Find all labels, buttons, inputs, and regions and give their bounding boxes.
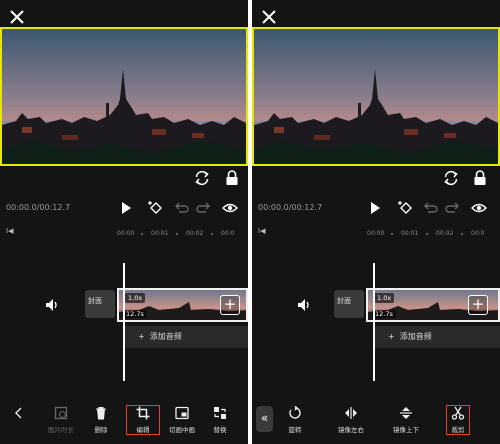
pip-icon (175, 406, 189, 420)
lock-icon[interactable] (223, 169, 241, 187)
tool-back[interactable] (2, 406, 36, 424)
sync-icon[interactable] (442, 169, 460, 187)
edit-toolbar: 图片时长 删除 编辑 切画中画 替换 (0, 400, 248, 444)
add-audio-label: 添加音频 (149, 332, 182, 341)
ruler-dot (141, 233, 143, 235)
tool-label: 切画中画 (169, 426, 195, 434)
tool-delete[interactable]: 删除 (84, 406, 118, 434)
mirror-vertical-icon (400, 407, 412, 419)
ruler-tick: 00:0 (221, 230, 235, 237)
clip-speed-badge[interactable]: 1.0x (125, 293, 146, 303)
plus-icon: + (388, 332, 400, 341)
redo-icon[interactable] (445, 200, 461, 216)
tool-edit[interactable]: 编辑 (126, 405, 160, 435)
tool-label: 删除 (94, 426, 108, 434)
tool-label: 镜像上下 (393, 426, 419, 434)
lock-icon[interactable] (471, 169, 489, 187)
timeline-ruler[interactable]: I◀ 00:00 00:01 00:02 00:0 (0, 224, 248, 242)
play-icon[interactable] (367, 200, 383, 216)
tool-label: 镜像左右 (338, 426, 364, 434)
preview-image (254, 29, 498, 164)
video-clip[interactable]: 1.0x 12.7s + (366, 288, 500, 322)
ruler-dot (461, 233, 463, 235)
tool-label: 旋转 (288, 426, 302, 434)
playhead[interactable] (373, 263, 375, 381)
ruler-dot (211, 233, 213, 235)
add-clip-button[interactable]: + (220, 295, 240, 315)
tool-label: 裁剪 (451, 426, 465, 434)
scissors-icon (451, 406, 465, 420)
back-icon (14, 407, 22, 419)
undo-icon[interactable] (173, 200, 189, 216)
add-audio-button[interactable]: + 添加音频 (125, 326, 248, 348)
tool-mirror-vertical[interactable]: 镜像上下 (389, 406, 423, 434)
sync-icon[interactable] (193, 169, 211, 187)
keyframe-add-icon[interactable] (398, 200, 414, 216)
tool-mirror-horizontal[interactable]: 镜像左右 (334, 406, 368, 434)
timecode: 00:00.0/00:12.7 (258, 203, 323, 212)
jump-to-start-icon[interactable]: I◀ (6, 227, 13, 235)
ruler-tick: 00:0 (471, 230, 485, 237)
plus-icon: + (138, 332, 150, 341)
clip-duration: 12.7s (123, 310, 147, 318)
timeline-ruler[interactable]: I◀ 00:00 00:01 00:02 00:0 (252, 224, 500, 242)
cover-thumbnail[interactable]: 封面 (334, 290, 364, 318)
tool-image-duration[interactable]: 图片时长 (44, 406, 78, 434)
video-preview[interactable] (0, 27, 248, 166)
ruler-tick: 00:02 (436, 230, 454, 237)
editor-panel-right: 00:00.0/00:12.7 I◀ 00:00 00:01 00:02 00:… (252, 0, 500, 444)
mirror-horizontal-icon (345, 407, 357, 419)
clip-duration: 12.7s (372, 310, 396, 318)
tool-replace[interactable]: 替换 (203, 406, 237, 434)
speaker-icon[interactable] (296, 297, 312, 313)
speaker-icon[interactable] (44, 297, 60, 313)
tool-label: 编辑 (136, 426, 150, 434)
crop-icon (136, 406, 150, 420)
ruler-tick: 00:01 (151, 230, 169, 237)
add-audio-button[interactable]: + 添加音频 (375, 326, 500, 348)
ruler-dot (426, 233, 428, 235)
tool-pip[interactable]: 切画中画 (165, 406, 199, 434)
add-clip-button[interactable]: + (468, 295, 488, 315)
trash-icon (96, 407, 106, 420)
jump-to-start-icon[interactable]: I◀ (258, 227, 265, 235)
video-preview[interactable] (252, 27, 500, 166)
preview-image (2, 29, 246, 164)
close-icon[interactable] (8, 8, 26, 26)
eye-icon[interactable] (471, 200, 487, 216)
video-clip[interactable]: 1.0x 12.7s + (117, 288, 248, 322)
keyframe-add-icon[interactable] (148, 200, 164, 216)
edit-toolbar: 旋转 镜像左右 镜像上下 裁剪 (252, 400, 500, 444)
timecode: 00:00.0/00:12.7 (6, 203, 71, 212)
close-icon[interactable] (260, 8, 278, 26)
play-icon[interactable] (118, 200, 134, 216)
editor-panel-left: 00:00.0/00:12.7 I◀ 00:00 00:01 00:02 00:… (0, 0, 248, 444)
undo-icon[interactable] (422, 200, 438, 216)
tool-cut[interactable]: 裁剪 (446, 405, 470, 435)
add-audio-label: 添加音频 (399, 332, 432, 341)
ruler-tick: 00:02 (186, 230, 204, 237)
ruler-tick: 00:00 (117, 230, 135, 237)
playhead[interactable] (123, 263, 125, 381)
ruler-tick: 00:01 (401, 230, 419, 237)
eye-icon[interactable] (222, 200, 238, 216)
ruler-dot (391, 233, 393, 235)
cover-thumbnail[interactable]: 封面 (85, 290, 115, 318)
rotate-icon (289, 406, 301, 419)
clip-speed-badge[interactable]: 1.0x (374, 293, 395, 303)
ruler-dot (176, 233, 178, 235)
tool-label: 图片时长 (48, 426, 74, 434)
image-duration-icon (54, 406, 68, 420)
ruler-tick: 00:00 (367, 230, 385, 237)
tool-label: 替换 (213, 426, 227, 434)
tool-rotate[interactable]: 旋转 (278, 406, 312, 434)
redo-icon[interactable] (196, 200, 212, 216)
cover-label: 封面 (337, 297, 351, 305)
replace-icon (214, 407, 226, 419)
cover-label: 封面 (88, 297, 102, 305)
